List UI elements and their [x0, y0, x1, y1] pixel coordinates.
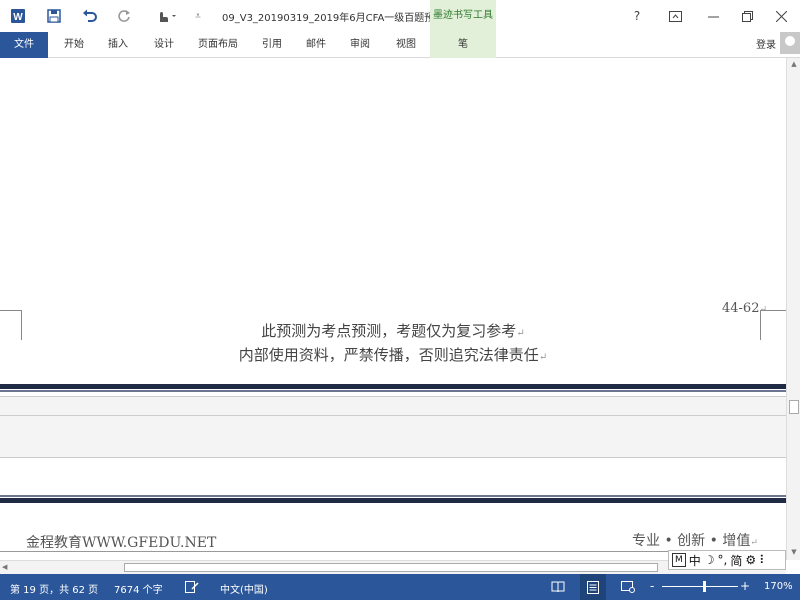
- zoom-out-button[interactable]: -: [650, 579, 654, 593]
- tab-page-layout[interactable]: 页面布局: [190, 32, 246, 58]
- ime-fullwidth-icon[interactable]: ☽: [704, 553, 715, 567]
- zoom-level[interactable]: 170%: [764, 581, 793, 592]
- page-separator-bottom-thin: [0, 495, 786, 497]
- vertical-scroll-thumb[interactable]: [789, 400, 799, 414]
- horizontal-scroll-thumb[interactable]: [124, 563, 658, 572]
- word-logo-icon[interactable]: W: [6, 6, 30, 26]
- scroll-down-icon[interactable]: ▼: [787, 546, 800, 558]
- zoom-slider-thumb[interactable]: [703, 581, 706, 592]
- tab-view[interactable]: 视图: [388, 32, 424, 58]
- save-icon[interactable]: [42, 6, 66, 26]
- print-layout-icon[interactable]: [585, 579, 601, 595]
- close-icon[interactable]: [770, 6, 792, 26]
- proofing-icon[interactable]: [184, 579, 200, 595]
- tab-insert[interactable]: 插入: [100, 32, 136, 58]
- tab-file[interactable]: 文件: [0, 32, 48, 58]
- ime-more-icon[interactable]: ⠇: [759, 553, 768, 567]
- page-separator-top: [0, 384, 786, 389]
- minimize-icon[interactable]: [702, 6, 724, 26]
- window-title: 09_V3_20190319_2019年6月CFA一级百题预...: [222, 13, 444, 24]
- tab-references[interactable]: 引用: [254, 32, 290, 58]
- page-number: 44-62↵: [722, 301, 768, 316]
- language-indicator[interactable]: 中文(中国): [220, 581, 268, 596]
- scroll-up-icon[interactable]: ▲: [787, 58, 800, 70]
- ime-simplified-button[interactable]: 简: [730, 552, 742, 569]
- tab-review[interactable]: 审阅: [342, 32, 378, 58]
- tab-design[interactable]: 设计: [146, 32, 182, 58]
- avatar[interactable]: [780, 32, 800, 54]
- svg-text:W: W: [13, 12, 23, 23]
- undo-icon[interactable]: [78, 6, 102, 26]
- page-info[interactable]: 第 19 页，共 62 页: [10, 581, 98, 596]
- zoom-in-button[interactable]: +: [740, 579, 750, 593]
- zoom-slider[interactable]: [662, 586, 738, 587]
- page-separator-bottom: [0, 498, 786, 503]
- vertical-scrollbar[interactable]: ▲ ▼: [786, 58, 800, 560]
- title-bar: W ⩡ 09_V3_20190319_2019年6月CFA一级百题预... 墨迹…: [0, 0, 800, 32]
- status-bar: 第 19 页，共 62 页 7674 个字 中文(中国) - + 170%: [0, 574, 800, 600]
- ribbon-tab-bar: 文件 开始 插入 设计 页面布局 引用 邮件 审阅 视图 笔 登录: [0, 32, 800, 58]
- next-page-header-left: 金程教育WWW.GFEDU.NET: [26, 535, 217, 551]
- ime-mode-button[interactable]: M: [672, 553, 686, 567]
- ime-punctuation-icon[interactable]: °,: [718, 553, 728, 567]
- ime-settings-icon[interactable]: ⚙: [745, 553, 756, 567]
- word-count[interactable]: 7674 个字: [114, 581, 163, 596]
- sign-in-link[interactable]: 登录: [756, 36, 776, 51]
- web-layout-icon[interactable]: [620, 579, 636, 595]
- tab-mailings[interactable]: 邮件: [298, 32, 334, 58]
- touch-mode-icon[interactable]: [152, 6, 180, 26]
- customize-qat-icon[interactable]: ⩡: [190, 6, 206, 26]
- read-mode-icon[interactable]: [550, 579, 566, 595]
- restore-icon[interactable]: [736, 6, 758, 26]
- scroll-left-icon[interactable]: ◀: [2, 561, 7, 574]
- ink-tools-tab-group: 墨迹书写工具: [430, 0, 496, 32]
- ime-toolbar[interactable]: M 中 ☽ °, 简 ⚙ ⠇: [668, 550, 786, 570]
- page-separator-top-thin: [0, 390, 786, 392]
- footer-line-2: 内部使用资料，严禁传播，否则追究法律责任↵: [238, 346, 548, 364]
- help-button[interactable]: ?: [626, 6, 648, 26]
- ribbon-display-options-icon[interactable]: [664, 6, 686, 26]
- ime-language-button[interactable]: 中: [689, 552, 701, 569]
- document-area[interactable]: 44-62↵ 此预测为考点预测，考题仅为复习参考↵ 内部使用资料，严禁传播，否则…: [0, 58, 786, 560]
- redo-icon[interactable]: [112, 6, 136, 26]
- tab-home[interactable]: 开始: [56, 32, 92, 58]
- tab-pen[interactable]: 笔: [430, 32, 496, 58]
- footer-line-1: 此预测为考点预测，考题仅为复习参考↵: [261, 322, 525, 340]
- page-gap: [0, 396, 786, 458]
- next-page-header-right: 专业 • 创新 • 增值↵: [632, 533, 758, 549]
